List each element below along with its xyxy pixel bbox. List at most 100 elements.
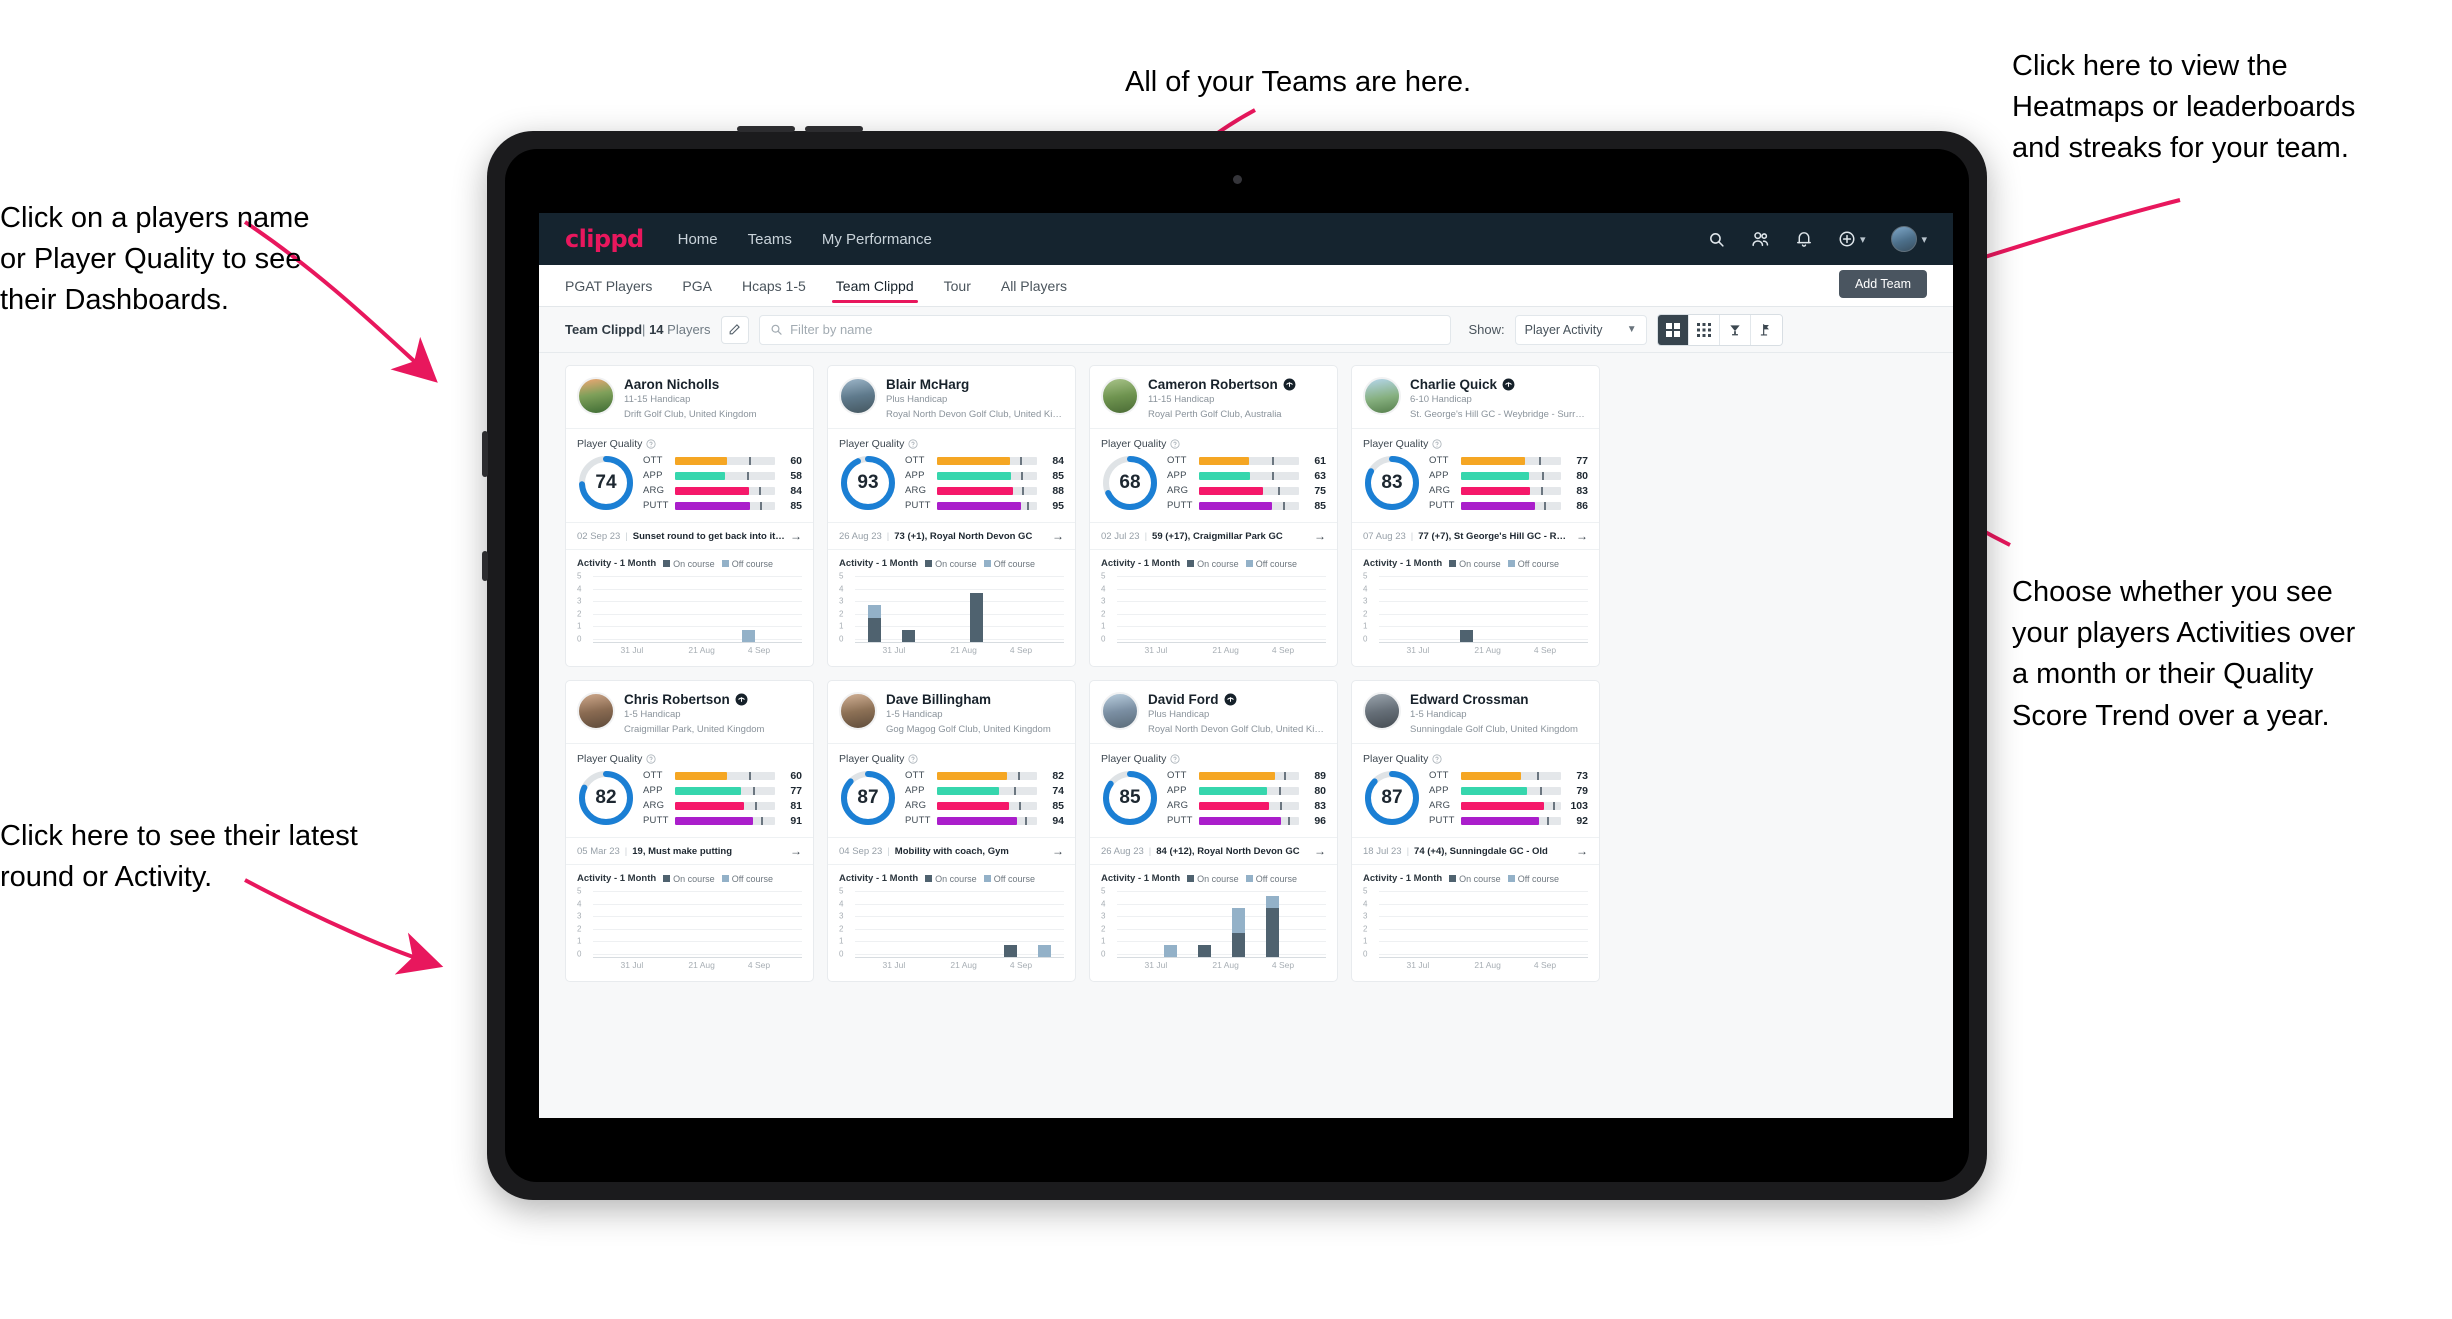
clippd-logo[interactable]: clippd	[565, 225, 644, 253]
search-icon[interactable]	[1708, 231, 1725, 248]
leaderboard-view-button[interactable]	[1719, 314, 1751, 345]
avatar-menu[interactable]: ▾	[1891, 226, 1927, 252]
player-avatar[interactable]	[577, 377, 615, 415]
player-avatar[interactable]	[839, 692, 877, 730]
player-name[interactable]: Edward Crossman	[1410, 692, 1529, 707]
latest-round-row[interactable]: 02 Jul 23 | 59 (+17), Craigmillar Park GC →	[1090, 522, 1337, 550]
volume-button-up[interactable]	[737, 126, 795, 132]
nav-my-performance[interactable]: My Performance	[822, 231, 932, 248]
course-view-button[interactable]	[1750, 314, 1782, 345]
player-avatar[interactable]	[839, 377, 877, 415]
player-name[interactable]: David Ford	[1148, 692, 1219, 707]
player-name[interactable]: Chris Robertson	[624, 692, 730, 707]
metric-fill	[1199, 816, 1281, 825]
show-select-value: Player Activity	[1524, 322, 1603, 337]
metric-benchmark-tick	[1540, 786, 1542, 795]
player-card[interactable]: Cameron Robertson 11-15 Handicap Royal Per…	[1089, 365, 1338, 667]
help-icon[interactable]	[908, 754, 918, 764]
power-button[interactable]	[482, 431, 488, 477]
show-select[interactable]: Player Activity ▼	[1514, 314, 1647, 345]
metric-benchmark-tick	[1280, 801, 1282, 810]
help-icon[interactable]	[1170, 439, 1180, 449]
volume-button-down[interactable]	[805, 126, 863, 132]
people-icon[interactable]	[1751, 231, 1770, 248]
tab-pgat-players[interactable]: PGAT Players	[565, 265, 652, 307]
player-quality-label: Player Quality	[577, 753, 802, 765]
quality-score-value: 74	[595, 472, 617, 493]
player-card[interactable]: Dave Billingham 1-5 Handicap Gog Magog Gol…	[827, 680, 1076, 982]
plus-circle-icon[interactable]: ▾	[1838, 230, 1865, 248]
metric-value: 103	[1570, 799, 1588, 812]
help-icon[interactable]	[646, 439, 656, 449]
player-card[interactable]: Charlie Quick 6-10 Handicap St. George's H…	[1351, 365, 1600, 667]
player-quality-section[interactable]: Player Quality 68 OTT 61 APP 63 ARG 75 PUTT 85	[1090, 429, 1337, 522]
latest-round-row[interactable]: 02 Sep 23 | Sunset round to get back into …	[566, 522, 813, 550]
latest-round-row[interactable]: 07 Aug 23 | 77 (+7), St George's Hill GC -…	[1352, 522, 1599, 550]
player-name[interactable]: Aaron Nicholls	[624, 377, 719, 392]
large-grid-view-button[interactable]	[1657, 314, 1689, 345]
arrow-right-icon[interactable]: →	[1576, 844, 1588, 858]
help-icon[interactable]	[1170, 754, 1180, 764]
player-quality-section[interactable]: Player Quality 93 OTT 84 APP 85 ARG 88 PUTT 95	[828, 429, 1075, 522]
player-avatar[interactable]	[577, 692, 615, 730]
player-avatar[interactable]	[1363, 377, 1401, 415]
chart-x-tick: 21 Aug	[1474, 645, 1501, 655]
tab-all-players[interactable]: All Players	[1001, 265, 1067, 307]
player-quality-section[interactable]: Player Quality 82 OTT 60 APP 77 ARG 81 PUTT 91	[566, 744, 813, 837]
nav-teams[interactable]: Teams	[748, 231, 792, 248]
latest-round-row[interactable]: 04 Sep 23 | Mobility with coach, Gym →	[828, 837, 1075, 865]
arrow-right-icon[interactable]: →	[1314, 529, 1326, 543]
search-input-wrapper[interactable]	[758, 314, 1451, 345]
bell-icon[interactable]	[1796, 230, 1812, 248]
metric-row: PUTT 85	[1167, 499, 1326, 512]
player-name[interactable]: Charlie Quick	[1410, 377, 1497, 392]
arrow-right-icon[interactable]: →	[790, 844, 802, 858]
latest-round-row[interactable]: 05 Mar 23 | 19, Must make putting →	[566, 837, 813, 865]
player-quality-section[interactable]: Player Quality 87 OTT 73 APP 79 ARG 103 PUTT 92	[1352, 744, 1599, 837]
arrow-right-icon[interactable]: →	[1314, 844, 1326, 858]
player-name[interactable]: Cameron Robertson	[1148, 377, 1278, 392]
help-icon[interactable]	[908, 439, 918, 449]
search-input[interactable]	[790, 322, 1440, 337]
chart-x-tick: 31 Jul	[620, 645, 644, 655]
help-icon[interactable]	[646, 754, 656, 764]
compact-grid-view-button[interactable]	[1688, 314, 1720, 345]
player-quality-section[interactable]: Player Quality 85 OTT 89 APP 80 ARG 83 PUTT 96	[1090, 744, 1337, 837]
player-quality-section[interactable]: Player Quality 87 OTT 82 APP 74 ARG 85 PUTT 94	[828, 744, 1075, 837]
help-icon[interactable]	[1432, 754, 1442, 764]
chart-y-tick: 3	[577, 596, 582, 606]
player-card[interactable]: Chris Robertson 1-5 Handicap Craigmillar P…	[565, 680, 814, 982]
nav-home[interactable]: Home	[678, 231, 718, 248]
metric-benchmark-tick	[1019, 801, 1021, 810]
help-icon[interactable]	[1432, 439, 1442, 449]
tab-team-clippd[interactable]: Team Clippd	[831, 265, 918, 307]
latest-round-row[interactable]: 26 Aug 23 | 73 (+1), Royal North Devon GC →	[828, 522, 1075, 550]
player-card[interactable]: David Ford Plus Handicap Royal North Devon…	[1089, 680, 1338, 982]
chart-y-tick: 1	[839, 621, 844, 631]
pencil-icon[interactable]	[720, 315, 749, 344]
tab-pga[interactable]: PGA	[682, 265, 712, 307]
add-team-button[interactable]: Add Team	[1838, 270, 1927, 298]
player-avatar[interactable]	[1363, 692, 1401, 730]
latest-round-row[interactable]: 26 Aug 23 | 84 (+12), Royal North Devon GC…	[1090, 837, 1337, 865]
player-avatar[interactable]	[1101, 377, 1139, 415]
arrow-right-icon[interactable]: →	[1576, 529, 1588, 543]
player-card[interactable]: Edward Crossman 1-5 Handicap Sunningdale G…	[1351, 680, 1600, 982]
latest-round-row[interactable]: 18 Jul 23 | 74 (+4), Sunningdale GC - Old →	[1352, 837, 1599, 865]
tab-hcaps-1-5[interactable]: Hcaps 1-5	[742, 265, 806, 307]
player-name[interactable]: Dave Billingham	[886, 692, 991, 707]
player-avatar[interactable]	[1101, 692, 1139, 730]
player-quality-section[interactable]: Player Quality 83 OTT 77 APP 80 ARG 83 PUTT 86	[1352, 429, 1599, 522]
chart-y-tick: 3	[839, 596, 844, 606]
arrow-right-icon[interactable]: →	[1052, 529, 1064, 543]
player-name[interactable]: Blair McHarg	[886, 377, 969, 392]
arrow-right-icon[interactable]: →	[790, 529, 802, 543]
arrow-right-icon[interactable]: →	[1052, 844, 1064, 858]
metric-value: 92	[1576, 814, 1588, 827]
player-quality-section[interactable]: Player Quality 74 OTT 60 APP 58 ARG 84 PUTT 85	[566, 429, 813, 522]
legend-swatch	[1507, 560, 1515, 567]
player-card[interactable]: Blair McHarg Plus Handicap Royal North Dev…	[827, 365, 1076, 667]
metric-benchmark-tick	[1537, 771, 1539, 780]
tab-tour[interactable]: Tour	[944, 265, 971, 307]
player-card[interactable]: Aaron Nicholls 11-15 Handicap Drift Golf C…	[565, 365, 814, 667]
